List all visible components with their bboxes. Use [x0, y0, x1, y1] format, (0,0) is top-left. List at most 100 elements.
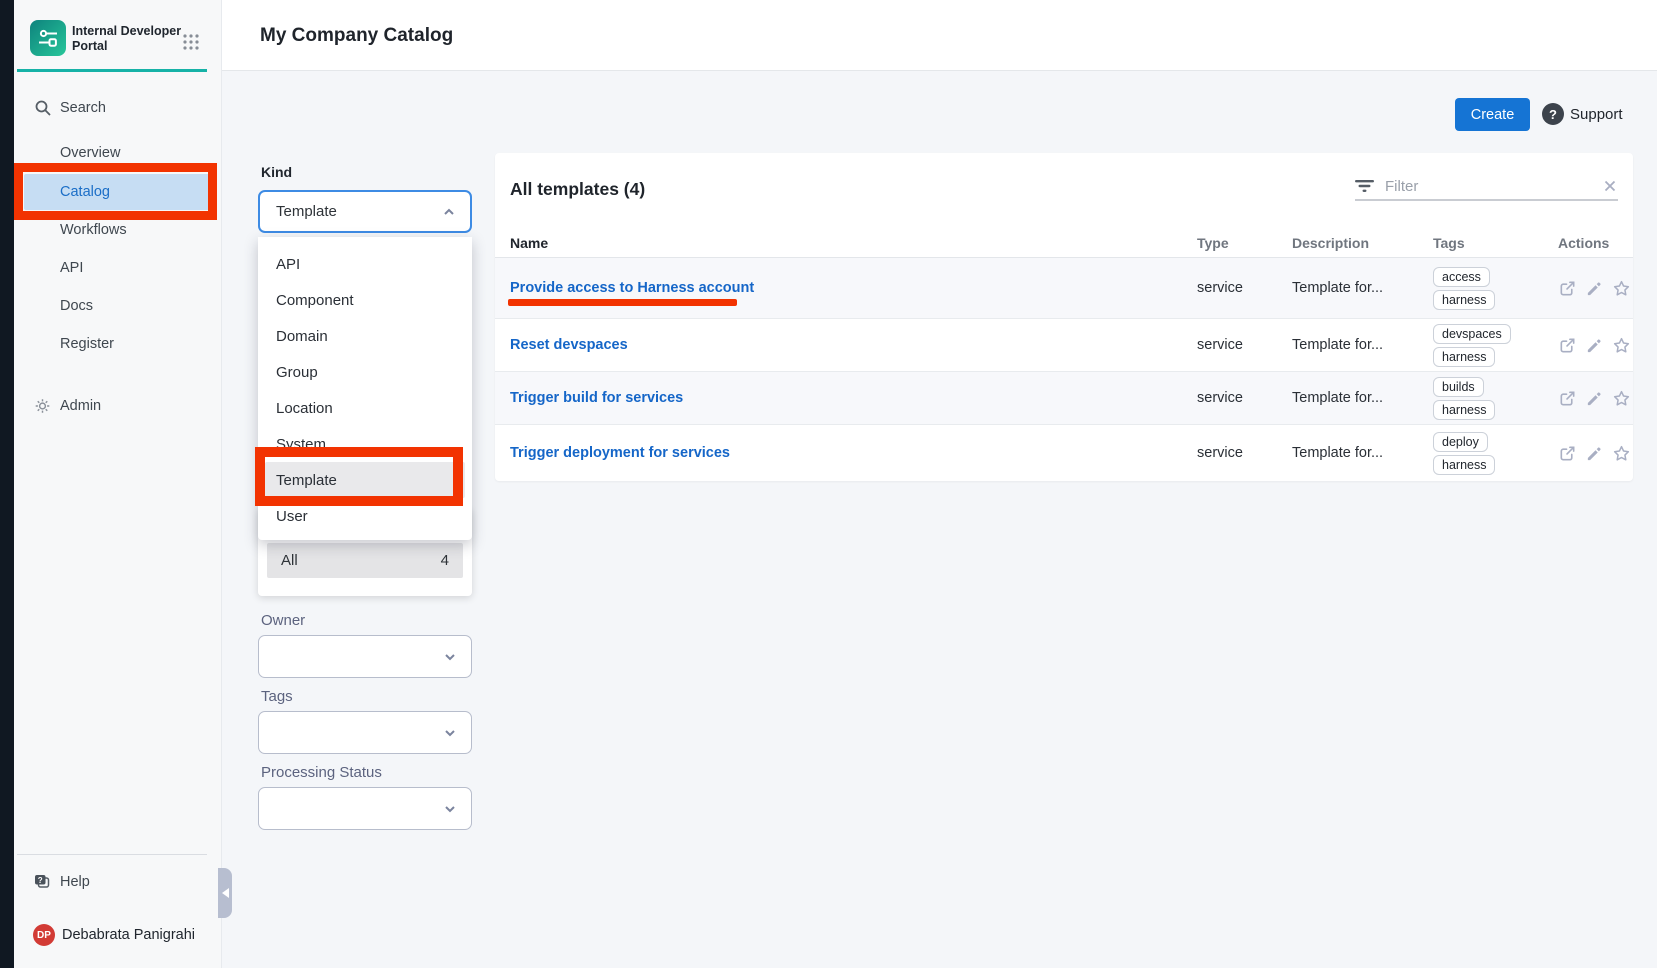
type-cell: service: [1197, 280, 1292, 296]
description-cell: Template for...: [1292, 390, 1433, 406]
tags-cell: access harness: [1433, 267, 1558, 310]
sidebar-item-register[interactable]: Register: [14, 326, 222, 362]
filter-input[interactable]: [1385, 178, 1602, 195]
kind-label: Kind: [261, 164, 292, 180]
collapse-sidebar-handle[interactable]: [218, 868, 232, 918]
question-mark-icon[interactable]: ?: [1542, 103, 1564, 125]
actions-cell: [1558, 279, 1631, 298]
tag-chip: builds: [1433, 377, 1484, 397]
column-header-type: Type: [1197, 235, 1292, 251]
tags-select[interactable]: [258, 711, 472, 754]
annotation-box-catalog: [14, 163, 217, 220]
owner-label: Owner: [261, 612, 305, 629]
svg-text:?: ?: [38, 876, 43, 885]
kind-option-api[interactable]: API: [258, 246, 472, 282]
portal-logo-icon: [30, 20, 66, 56]
tag-chip: harness: [1433, 347, 1495, 367]
open-in-new-icon[interactable]: [1558, 336, 1577, 355]
search-label: Search: [60, 100, 106, 116]
kind-option-component[interactable]: Component: [258, 282, 472, 318]
actions-cell: [1558, 444, 1631, 463]
table-row: Trigger deployment for services service …: [495, 425, 1633, 481]
open-in-new-icon[interactable]: [1558, 389, 1577, 408]
chevron-up-icon: [442, 205, 456, 219]
sidebar: Internal Developer Portal Search Overvie…: [14, 0, 222, 968]
table-header-row: Name Type Description Tags Actions: [495, 228, 1633, 258]
table-row: Provide access to Harness account servic…: [495, 258, 1633, 319]
gear-icon: [34, 398, 51, 415]
open-in-new-icon[interactable]: [1558, 279, 1577, 298]
star-icon[interactable]: [1612, 389, 1631, 408]
facet-count: 4: [441, 552, 449, 569]
star-icon[interactable]: [1612, 444, 1631, 463]
column-header-tags: Tags: [1433, 235, 1558, 251]
template-name-link[interactable]: Trigger deployment for services: [510, 445, 730, 461]
brand-title: Internal Developer Portal: [72, 24, 184, 54]
kind-select-value: Template: [276, 203, 337, 220]
star-icon[interactable]: [1612, 336, 1631, 355]
owner-select[interactable]: [258, 635, 472, 678]
template-name-link[interactable]: Provide access to Harness account: [510, 280, 754, 296]
sidebar-footer-divider: [17, 854, 207, 855]
page-title: My Company Catalog: [260, 25, 453, 47]
description-cell: Template for...: [1292, 445, 1433, 461]
annotation-box-template-option: [255, 447, 463, 506]
kind-select[interactable]: Template: [258, 190, 472, 233]
apps-grid-icon[interactable]: [182, 33, 200, 51]
support-link[interactable]: Support: [1570, 106, 1623, 123]
description-cell: Template for...: [1292, 280, 1433, 296]
open-in-new-icon[interactable]: [1558, 444, 1577, 463]
template-name-link[interactable]: Trigger build for services: [510, 390, 683, 406]
type-cell: service: [1197, 445, 1292, 461]
edit-icon[interactable]: [1585, 444, 1604, 463]
templates-card-title: All templates (4): [510, 179, 645, 200]
chevron-down-icon: [443, 726, 457, 740]
table-filter: [1355, 173, 1618, 201]
sidebar-item-api[interactable]: API: [14, 250, 222, 286]
tags-label: Tags: [261, 688, 293, 705]
star-icon[interactable]: [1612, 279, 1631, 298]
tag-chip: deploy: [1433, 432, 1488, 452]
templates-card: All templates (4) Name Type Description …: [495, 153, 1633, 481]
edit-icon[interactable]: [1585, 279, 1604, 298]
processing-status-label: Processing Status: [261, 764, 382, 781]
tag-chip: harness: [1433, 455, 1495, 475]
description-cell: Template for...: [1292, 337, 1433, 353]
facet-all-row[interactable]: All 4: [267, 543, 463, 578]
actions-cell: [1558, 389, 1631, 408]
help-chat-icon: ?: [32, 872, 52, 892]
template-name-link[interactable]: Reset devspaces: [510, 337, 628, 353]
column-header-name: Name: [510, 235, 1197, 251]
tags-cell: deploy harness: [1433, 432, 1558, 475]
processing-status-select[interactable]: [258, 787, 472, 830]
sidebar-help[interactable]: ? Help: [14, 864, 222, 900]
kind-option-location[interactable]: Location: [258, 390, 472, 426]
tags-cell: devspacesharness: [1433, 324, 1558, 367]
chevron-down-icon: [443, 802, 457, 816]
table-row: Trigger build for services service Templ…: [495, 372, 1633, 425]
filter-icon: [1355, 179, 1375, 193]
sidebar-search[interactable]: Search: [14, 90, 222, 126]
type-cell: service: [1197, 337, 1292, 353]
clear-filter-icon[interactable]: [1602, 178, 1618, 194]
edit-icon[interactable]: [1585, 389, 1604, 408]
facet-label: All: [281, 552, 298, 569]
actions-cell: [1558, 336, 1631, 355]
create-button[interactable]: Create: [1455, 98, 1530, 131]
tag-chip: harness: [1433, 290, 1495, 310]
tags-cell: builds harness: [1433, 377, 1558, 420]
edit-icon[interactable]: [1585, 336, 1604, 355]
sidebar-item-admin[interactable]: Admin: [14, 388, 222, 424]
chevron-down-icon: [443, 650, 457, 664]
user-name: Debabrata Panigrahi: [62, 927, 195, 943]
tag-chip: harness: [1433, 400, 1495, 420]
sidebar-item-docs[interactable]: Docs: [14, 288, 222, 324]
collapse-arrow-icon: [222, 888, 229, 898]
kind-option-group[interactable]: Group: [258, 354, 472, 390]
kind-option-domain[interactable]: Domain: [258, 318, 472, 354]
brand-divider: [17, 69, 207, 72]
left-dark-rail: [0, 0, 14, 968]
tag-chip: access: [1433, 267, 1490, 287]
annotation-underline-first-row: [508, 299, 737, 306]
user-avatar[interactable]: DP: [33, 924, 55, 946]
